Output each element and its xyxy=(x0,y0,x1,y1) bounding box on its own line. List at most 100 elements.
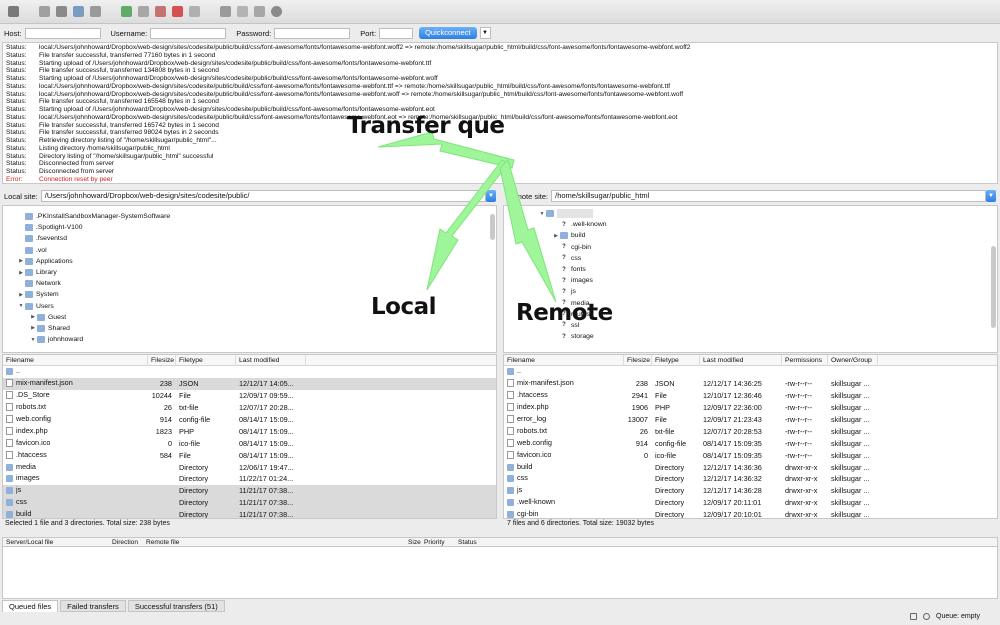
local-tree-item[interactable]: .vol xyxy=(3,245,496,256)
queue-column-header[interactable]: Priority xyxy=(421,539,455,546)
transfer-queue-icon[interactable] xyxy=(90,6,101,17)
remote-tree-item[interactable]: ? storage xyxy=(504,331,997,342)
column-header[interactable]: Filesize xyxy=(148,355,176,366)
sync-browse-icon[interactable] xyxy=(254,6,265,17)
local-tree-item[interactable]: ▶ Library xyxy=(3,267,496,278)
remote-tree-item[interactable]: ? .well-known xyxy=(504,219,997,230)
message-log-icon[interactable] xyxy=(56,6,67,17)
file-row[interactable]: css Directory 11/21/17 07:38... xyxy=(3,496,496,509)
collapse-icon[interactable]: ▼ xyxy=(538,211,546,217)
queue-tab[interactable]: Failed transfers xyxy=(60,600,126,612)
file-row[interactable]: web.config 914 config-file 08/14/17 15:09..… xyxy=(3,414,496,426)
file-row[interactable]: build Directory 11/21/17 07:38... xyxy=(3,508,496,518)
file-row[interactable]: mix-manifest.json 238 JSON 12/12/17 14:05..… xyxy=(3,377,496,390)
column-header[interactable]: Filetype xyxy=(652,355,700,366)
expand-icon[interactable]: ▶ xyxy=(552,233,560,239)
queue-column-header[interactable]: Direction xyxy=(109,539,143,546)
edit-icon[interactable] xyxy=(39,6,50,17)
search-icon[interactable] xyxy=(271,6,282,17)
remote-tree-scrollbar[interactable] xyxy=(991,246,996,328)
remote-tree-item[interactable]: ? images xyxy=(504,275,997,286)
local-tree-item[interactable]: .PKInstallSandboxManager-SystemSoftware xyxy=(3,211,496,222)
file-name-cell: css xyxy=(504,473,624,484)
file-row[interactable]: images Directory 11/22/17 01:24... xyxy=(3,473,496,485)
queue-column-header[interactable]: Remote file xyxy=(143,539,405,546)
file-row[interactable]: .htaccess 2941 File 12/10/17 12:36:46 -rw-r-… xyxy=(504,390,997,402)
cancel-icon[interactable] xyxy=(155,6,166,17)
password-input[interactable] xyxy=(274,27,351,39)
file-row[interactable]: favicon.ico 0 ico-file 08/14/17 15:09:35 -rw… xyxy=(504,449,997,461)
local-tree-item[interactable]: .fseventsd xyxy=(3,233,496,244)
remote-tree-item[interactable]: ? fonts xyxy=(504,264,997,275)
column-header[interactable]: Owner/Group xyxy=(828,355,878,366)
site-manager-icon[interactable] xyxy=(8,6,19,17)
remote-tree-item[interactable]: ? css xyxy=(504,253,997,264)
file-row[interactable]: .well-known Directory 12/09/17 20:11:01 drw… xyxy=(504,497,997,509)
expand-icon[interactable]: ▶ xyxy=(29,325,37,331)
file-row[interactable]: robots.txt 26 txt-file 12/07/17 20:28... xyxy=(3,402,496,414)
refresh-icon[interactable] xyxy=(121,6,132,17)
port-input[interactable] xyxy=(379,27,414,39)
file-row[interactable]: index.php 1823 PHP 08/14/17 15:09... xyxy=(3,425,496,437)
host-input[interactable] xyxy=(24,27,101,39)
local-site-dropdown[interactable]: ▼ xyxy=(486,190,496,202)
queue-tab[interactable]: Successful transfers (51) xyxy=(127,600,225,612)
remote-tree-root[interactable]: ▼ xyxy=(504,208,997,219)
local-tree-item[interactable]: ▶ Applications xyxy=(3,256,496,267)
file-row[interactable]: .. xyxy=(504,366,997,378)
file-row[interactable]: web.config 914 config-file 08/14/17 15:09:3… xyxy=(504,437,997,449)
column-header[interactable]: Filesize xyxy=(624,355,652,366)
file-row[interactable]: build Directory 12/12/17 14:36:36 drwxr-xr-… xyxy=(504,461,997,473)
file-name-cell: web.config xyxy=(3,414,148,425)
remote-site-dropdown[interactable]: ▼ xyxy=(986,190,996,202)
file-row[interactable]: .DS_Store 10244 File 12/09/17 09:59... xyxy=(3,390,496,402)
file-row[interactable]: .. xyxy=(3,366,496,378)
queue-column-header[interactable]: Status xyxy=(455,539,495,546)
disconnect-icon[interactable] xyxy=(172,6,183,17)
file-row[interactable]: robots.txt 26 txt-file 12/07/17 20:28:53 -rw… xyxy=(504,425,997,437)
remote-tree-item[interactable]: ? js xyxy=(504,286,997,297)
local-tree-item[interactable]: Network xyxy=(3,278,496,289)
remote-tree-item[interactable]: ? cgi-bin xyxy=(504,242,997,253)
expand-icon[interactable]: ▶ xyxy=(17,292,25,298)
local-tree-item[interactable]: ▼ johnhoward xyxy=(3,334,496,345)
queue-column-header[interactable]: Size xyxy=(405,539,421,546)
username-input[interactable] xyxy=(150,27,227,39)
expand-icon[interactable]: ▶ xyxy=(29,314,37,320)
local-tree-item[interactable]: ▶ Shared xyxy=(3,323,496,334)
file-row[interactable]: error_log 13007 File 12/09/17 21:23:43 -rw-r… xyxy=(504,414,997,426)
filter-icon[interactable] xyxy=(220,6,231,17)
quickconnect-button[interactable]: Quickconnect xyxy=(419,27,477,39)
file-row[interactable]: js Directory 12/12/17 14:36:28 drwxr-xr-x sk… xyxy=(504,485,997,497)
file-row[interactable]: favicon.ico 0 ico-file 08/14/17 15:09... xyxy=(3,437,496,449)
column-header[interactable]: Filename xyxy=(3,355,148,366)
file-row[interactable]: .htaccess 584 File 08/14/17 15:09... xyxy=(3,449,496,461)
quickconnect-history-dropdown[interactable]: ▼ xyxy=(479,27,491,39)
file-row[interactable]: mix-manifest.json 238 JSON 12/12/17 14:36:2… xyxy=(504,378,997,390)
queue-column-header[interactable]: Server/Local file xyxy=(3,539,109,546)
reconnect-icon[interactable] xyxy=(189,6,200,17)
column-header[interactable]: Last modified xyxy=(236,355,306,366)
file-row[interactable]: js Directory 11/21/17 07:38... xyxy=(3,484,496,497)
column-header[interactable]: Permissions xyxy=(782,355,828,366)
queue-tab[interactable]: Queued files xyxy=(2,600,59,612)
remote-site-path[interactable]: /home/skillsugar/public_html xyxy=(551,190,986,202)
process-queue-icon[interactable] xyxy=(138,6,149,17)
file-row[interactable]: cgi-bin Directory 12/09/17 20:10:01 drwxr-x… xyxy=(504,509,997,518)
column-header[interactable]: Filetype xyxy=(176,355,236,366)
local-site-path[interactable]: /Users/johnhoward/Dropbox/web-design/sit… xyxy=(40,190,486,202)
file-row[interactable]: css Directory 12/12/17 14:36:32 drwxr-xr-x s… xyxy=(504,473,997,485)
save-icon[interactable] xyxy=(73,6,84,17)
expand-icon[interactable]: ▶ xyxy=(17,270,25,276)
column-header[interactable]: Last modified xyxy=(700,355,782,366)
collapse-icon[interactable]: ▼ xyxy=(17,303,25,309)
collapse-icon[interactable]: ▼ xyxy=(29,337,37,343)
expand-icon[interactable]: ▶ xyxy=(17,258,25,264)
file-row[interactable]: index.php 1906 PHP 12/09/17 22:36:00 -rw-r--… xyxy=(504,402,997,414)
column-header[interactable]: Filename xyxy=(504,355,624,366)
compare-icon[interactable] xyxy=(237,6,248,17)
local-tree-item[interactable]: .Spotlight-V100 xyxy=(3,222,496,233)
remote-tree-item[interactable]: ▶ build xyxy=(504,230,997,241)
local-tree-scrollbar[interactable] xyxy=(490,214,495,240)
file-row[interactable]: media Directory 12/06/17 19:47... xyxy=(3,461,496,473)
